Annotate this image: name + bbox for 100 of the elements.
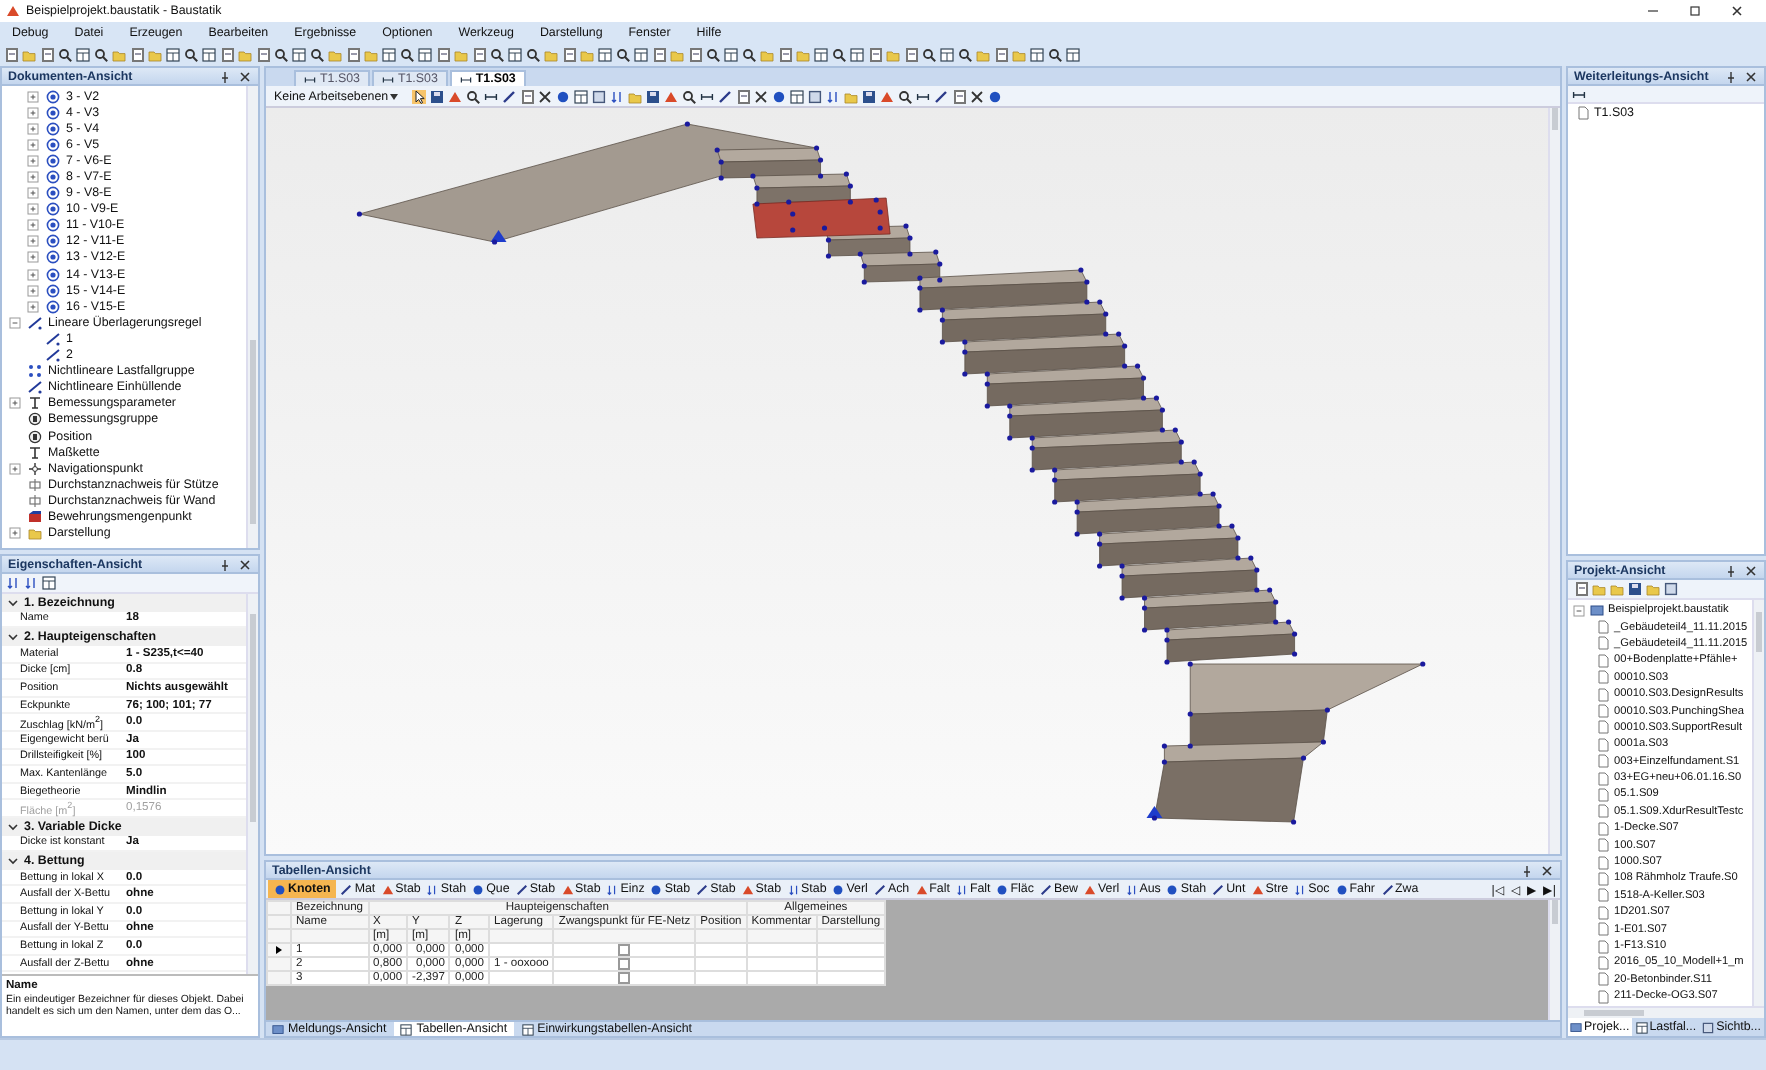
page-icon[interactable] [4, 48, 18, 62]
page-icon[interactable] [736, 89, 751, 103]
close-icon[interactable] [1744, 563, 1758, 577]
scrollbar[interactable] [1548, 900, 1560, 1020]
scrollbar[interactable] [1752, 600, 1764, 1006]
cross-icon[interactable] [538, 89, 553, 103]
magnifier-icon[interactable] [742, 48, 756, 62]
table-icon[interactable] [382, 48, 396, 62]
magnifier-icon[interactable] [526, 48, 540, 62]
close-icon[interactable] [238, 69, 252, 83]
table-icon[interactable] [1066, 48, 1080, 62]
magnifier-icon[interactable] [1048, 48, 1062, 62]
scrollbar[interactable] [246, 86, 258, 548]
sort-icon[interactable] [826, 89, 841, 103]
chevron-icon[interactable] [6, 630, 20, 645]
page-icon[interactable] [904, 48, 918, 62]
cross-icon[interactable] [754, 89, 769, 103]
chevron-icon[interactable] [6, 819, 20, 834]
dot-icon[interactable] [772, 89, 787, 103]
restore-icon[interactable] [1688, 4, 1702, 18]
page-icon[interactable] [868, 48, 882, 62]
triangle-icon[interactable] [664, 89, 679, 103]
page-icon[interactable] [130, 48, 144, 62]
table-icon[interactable] [508, 48, 522, 62]
beam-icon[interactable] [1572, 87, 1586, 101]
page-icon[interactable] [562, 48, 576, 62]
table-icon[interactable] [202, 48, 216, 62]
cross-icon[interactable] [970, 89, 985, 103]
close-icon[interactable] [1744, 69, 1758, 83]
table-icon[interactable] [790, 89, 805, 103]
magnifier-icon[interactable] [616, 48, 630, 62]
magnifier-icon[interactable] [274, 48, 288, 62]
scrollbar[interactable] [1548, 108, 1560, 854]
dot-icon[interactable] [556, 89, 571, 103]
page-icon[interactable] [688, 48, 702, 62]
magnifier-icon[interactable] [310, 48, 324, 62]
sort-icon[interactable] [6, 576, 20, 590]
minimize-icon[interactable] [1646, 4, 1660, 18]
beam-icon[interactable] [484, 89, 499, 103]
magnifier-icon[interactable] [490, 48, 504, 62]
scrollbar[interactable] [1568, 1006, 1764, 1018]
page-icon[interactable] [346, 48, 360, 62]
magnifier-icon[interactable] [184, 48, 198, 62]
pin-icon[interactable] [1724, 69, 1738, 83]
pencil-icon[interactable] [502, 89, 517, 103]
table-icon[interactable] [634, 48, 648, 62]
chevron-icon[interactable] [6, 595, 20, 610]
scrollbar[interactable] [246, 594, 258, 974]
magnifier-icon[interactable] [922, 48, 936, 62]
pencil-icon[interactable] [934, 89, 949, 103]
table-icon[interactable] [724, 48, 738, 62]
magnifier-icon[interactable] [832, 48, 846, 62]
page-icon[interactable] [40, 48, 54, 62]
close-icon[interactable] [238, 557, 252, 571]
table-icon[interactable] [598, 48, 612, 62]
magnifier-icon[interactable] [958, 48, 972, 62]
table-icon[interactable] [76, 48, 90, 62]
page-icon[interactable] [652, 48, 666, 62]
beam-icon[interactable] [916, 89, 931, 103]
magnifier-icon[interactable] [706, 48, 720, 62]
beam-icon[interactable] [700, 89, 715, 103]
page-icon[interactable] [952, 89, 967, 103]
table-icon[interactable] [940, 48, 954, 62]
table-icon[interactable] [42, 576, 56, 590]
table-icon[interactable] [814, 48, 828, 62]
checkbox[interactable] [618, 944, 631, 956]
square-icon[interactable] [592, 89, 607, 103]
page-icon[interactable] [436, 48, 450, 62]
sort-icon[interactable] [610, 89, 625, 103]
close-icon[interactable] [1730, 4, 1744, 18]
square-icon[interactable] [808, 89, 823, 103]
pin-icon[interactable] [218, 69, 232, 83]
magnifier-icon[interactable] [58, 48, 72, 62]
pin-icon[interactable] [1724, 563, 1738, 577]
pin-icon[interactable] [218, 557, 232, 571]
page-icon[interactable] [472, 48, 486, 62]
chevron-icon[interactable] [6, 854, 20, 869]
checkbox[interactable] [618, 972, 631, 984]
sort-icon[interactable] [24, 576, 38, 590]
page-icon[interactable] [220, 48, 234, 62]
checkbox[interactable] [618, 958, 631, 970]
magnifier-icon[interactable] [898, 89, 913, 103]
table-icon[interactable] [418, 48, 432, 62]
page-icon[interactable] [520, 89, 535, 103]
page-icon[interactable] [778, 48, 792, 62]
table-icon[interactable] [166, 48, 180, 62]
cursor-icon[interactable] [412, 89, 427, 103]
table-icon[interactable] [1030, 48, 1044, 62]
close-icon[interactable] [1540, 863, 1554, 877]
pin-icon[interactable] [1520, 863, 1534, 877]
magnifier-icon[interactable] [400, 48, 414, 62]
square-icon[interactable] [1664, 582, 1678, 596]
page-icon[interactable] [1574, 582, 1588, 596]
page-icon[interactable] [256, 48, 270, 62]
magnifier-icon[interactable] [94, 48, 108, 62]
table-icon[interactable] [850, 48, 864, 62]
triangle-icon[interactable] [880, 89, 895, 103]
table-icon[interactable] [574, 89, 589, 103]
page-icon[interactable] [994, 48, 1008, 62]
magnifier-icon[interactable] [682, 89, 697, 103]
